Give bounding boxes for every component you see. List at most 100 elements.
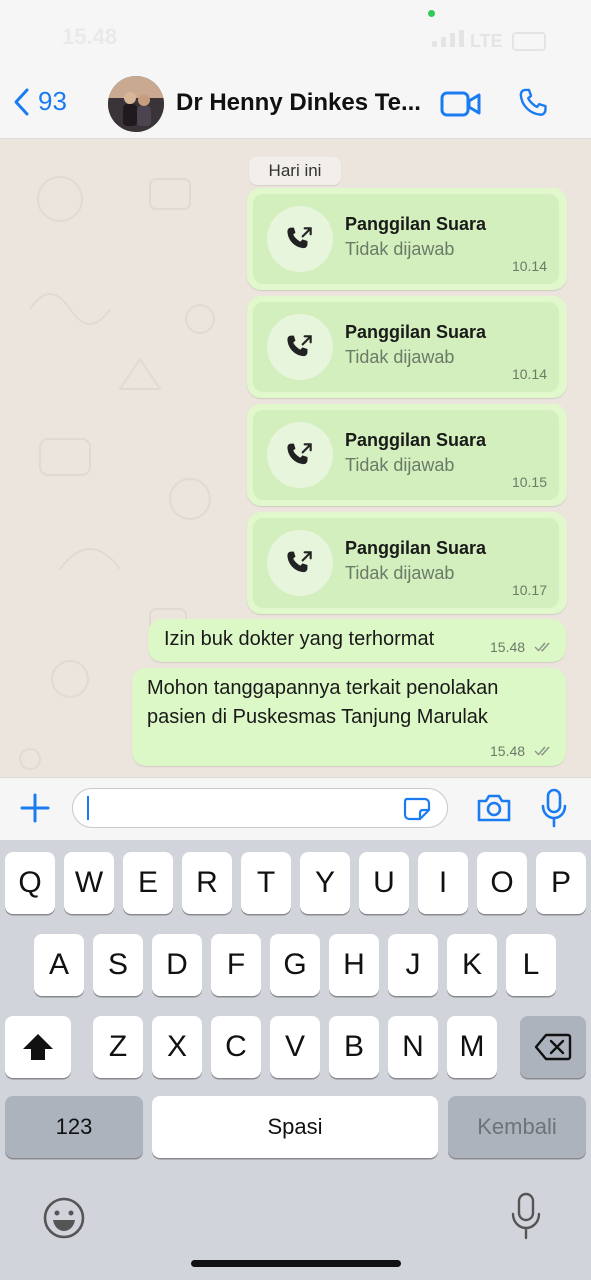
avatar[interactable] [108,76,164,132]
key-c[interactable]: C [211,1016,261,1078]
key-l[interactable]: L [506,934,556,996]
call-title: Panggilan Suara [345,214,487,234]
emoji-icon [43,1197,85,1239]
numbers-key[interactable]: 123 [5,1096,143,1158]
call-time: 10.15 [511,474,547,490]
chevron-left-icon [14,88,29,115]
call-status: Tidak dijawab [345,563,455,583]
video-camera-icon [440,91,481,117]
message-time: 15.48 [490,639,526,655]
missed-call-bubble[interactable]: Panggilan Suara Tidak dijawab 10.14 [247,188,567,290]
key-f[interactable]: F [211,934,261,996]
outgoing-call-icon [287,551,312,573]
home-indicator[interactable] [191,1260,401,1267]
key-p[interactable]: P [536,852,586,914]
unread-count: 93 [38,86,67,116]
missed-call-bubble[interactable]: Panggilan Suara Tidak dijawab 10.15 [247,404,567,506]
outgoing-call-icon [287,335,312,357]
key-r[interactable]: R [182,852,232,914]
call-time: 10.14 [511,258,547,274]
key-k[interactable]: K [447,934,497,996]
camera-indicator-dot [428,10,435,17]
status-bar: 15.48 LTE [0,0,591,70]
status-time: 15.48 [62,24,118,49]
call-status: Tidak dijawab [345,455,455,475]
key-n[interactable]: N [388,1016,438,1078]
sticker-button[interactable] [403,797,431,826]
date-chip: Hari ini [249,157,341,185]
key-s[interactable]: S [93,934,143,996]
camera-icon [477,794,511,822]
battery-icon [512,32,546,51]
phone-icon [519,88,547,116]
read-receipt-icon [534,746,550,756]
outgoing-call-icon [287,443,312,465]
voice-call-button[interactable] [516,86,550,125]
message-text: Izin buk dokter yang terhormat [164,628,435,650]
outgoing-call-icon-circle [267,314,333,380]
outgoing-call-icon-circle [267,206,333,272]
key-b[interactable]: B [329,1016,379,1078]
call-title: Panggilan Suara [345,430,487,450]
call-time: 10.14 [511,366,547,382]
key-j[interactable]: J [388,934,438,996]
key-v[interactable]: V [270,1016,320,1078]
message-bubble[interactable]: Mohon tanggapannya terkait penolakan pas… [132,668,566,766]
shift-key[interactable] [5,1016,71,1078]
outgoing-call-icon-circle [267,422,333,488]
key-q[interactable]: Q [5,852,55,914]
backspace-key[interactable] [520,1016,586,1078]
key-t[interactable]: T [241,852,291,914]
space-key[interactable]: Spasi [152,1096,438,1158]
backspace-icon [534,1033,572,1061]
emoji-button[interactable] [42,1196,86,1245]
outgoing-call-icon [287,227,312,249]
message-bubble[interactable]: Izin buk dokter yang terhormat 15.48 [148,619,566,662]
microphone-icon [541,788,567,828]
key-o[interactable]: O [477,852,527,914]
sticker-icon [403,797,431,821]
call-title: Panggilan Suara [345,322,487,342]
message-text-line: Mohon tanggapannya terkait penolakan [147,677,499,699]
plus-icon [20,793,50,823]
read-receipt-icon [534,642,550,652]
attach-button[interactable] [20,793,50,828]
shift-arrow-icon [23,1034,53,1060]
key-g[interactable]: G [270,934,320,996]
message-input[interactable] [72,788,448,828]
key-d[interactable]: D [152,934,202,996]
message-composer [0,777,591,840]
return-key[interactable]: Kembali [448,1096,586,1158]
key-m[interactable]: M [447,1016,497,1078]
message-text-line: pasien di Puskesmas Tanjung Marulak [147,706,488,728]
key-y[interactable]: Y [300,852,350,914]
key-w[interactable]: W [64,852,114,914]
video-call-button[interactable] [440,90,482,123]
key-x[interactable]: X [152,1016,202,1078]
call-status: Tidak dijawab [345,347,455,367]
text-caret [87,796,89,820]
chat-title[interactable]: Dr Henny Dinkes Te... [176,89,426,117]
call-title: Panggilan Suara [345,538,487,558]
missed-call-bubble[interactable]: Panggilan Suara Tidak dijawab 10.17 [247,512,567,614]
chat-header: 93 Dr Henny Dinkes Te... [0,70,591,139]
key-u[interactable]: U [359,852,409,914]
key-a[interactable]: A [34,934,84,996]
dictation-button[interactable] [510,1192,542,1245]
key-z[interactable]: Z [93,1016,143,1078]
back-button[interactable]: 93 [12,86,67,117]
outgoing-call-icon-circle [267,530,333,596]
key-h[interactable]: H [329,934,379,996]
call-status: Tidak dijawab [345,239,455,259]
call-time: 10.17 [511,582,547,598]
camera-button[interactable] [476,793,512,828]
voice-note-button[interactable] [540,788,568,833]
missed-call-bubble[interactable]: Panggilan Suara Tidak dijawab 10.14 [247,296,567,398]
signal-icon [432,30,464,47]
key-e[interactable]: E [123,852,173,914]
message-time: 15.48 [490,743,526,759]
keyboard: Q W E R T Y U I O P A S D F G H J K L Z … [0,840,591,1280]
key-i[interactable]: I [418,852,468,914]
network-type: LTE [470,31,503,51]
microphone-icon [511,1192,541,1240]
